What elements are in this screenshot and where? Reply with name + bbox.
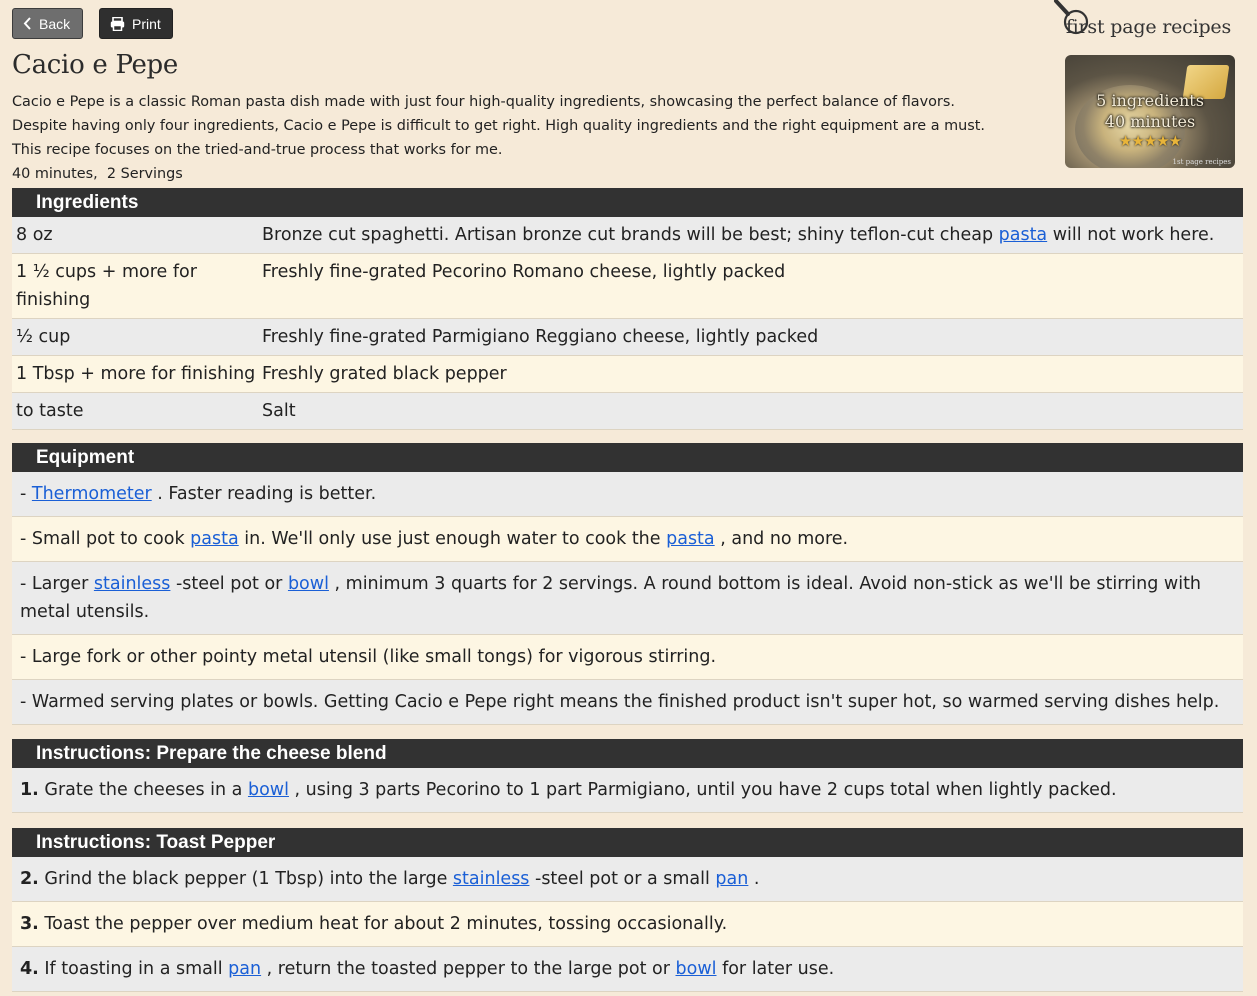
magnifier-logo-icon	[1053, 0, 1088, 35]
rating-stars: ★★★★★	[1118, 132, 1182, 150]
hero-watermark: 1st page recipes	[1172, 158, 1231, 166]
instruction-step: 1. Grate the cheeses in a bowl , using 3…	[12, 768, 1243, 813]
ingredient-quantity: 1 ½ cups + more for finishing	[16, 262, 197, 310]
item-text: Toast the pepper over medium heat for ab…	[38, 914, 728, 934]
instructions-pepper-header: Instructions: Toast Pepper	[12, 828, 1243, 857]
equipment-list: - Thermometer . Faster reading is better…	[12, 472, 1243, 725]
hero-duration: 40 minutes	[1104, 112, 1196, 131]
toolbar: Back Print	[12, 8, 173, 39]
bullet-dash: -	[20, 484, 32, 504]
item-text: for later use.	[716, 959, 835, 979]
recipe-title: Cacio e Pepe	[12, 50, 178, 80]
description-line: This recipe focuses on the tried-and-tru…	[12, 142, 503, 158]
recipe-hero-image: 5 ingredients 40 minutes ★★★★★ 1st page …	[1065, 55, 1235, 168]
recipe-description: Cacio e Pepe is a classic Roman pasta di…	[12, 90, 1022, 186]
inline-link[interactable]: stainless	[453, 869, 530, 889]
step-number: 4.	[20, 959, 39, 979]
ingredient-text: Salt	[262, 401, 296, 421]
item-text: , using 3 parts Pecorino to 1 part Parmi…	[288, 780, 1117, 800]
instructions-cheese-header: Instructions: Prepare the cheese blend	[12, 739, 1243, 768]
inline-link[interactable]: pan	[228, 959, 261, 979]
inline-link[interactable]: Thermometer	[32, 484, 152, 504]
item-text: Small pot to cook	[31, 529, 191, 549]
bullet-dash: -	[20, 692, 32, 712]
equipment-item: - Small pot to cook pasta in. We'll only…	[12, 517, 1243, 562]
item-text: -steel pot or a small	[529, 869, 716, 889]
ingredient-quantity: 1 Tbsp + more for finishing	[16, 364, 256, 384]
ingredient-row: ½ cup Freshly fine-grated Parmigiano Regg…	[12, 319, 1243, 356]
ingredient-row: 8 oz Bronze cut spaghetti. Artisan bronze…	[12, 217, 1243, 254]
inline-link[interactable]: pan	[715, 869, 748, 889]
ingredient-text: Bronze cut spaghetti. Artisan bronze cut…	[262, 225, 999, 245]
item-text: .	[748, 869, 760, 889]
ingredient-description: Freshly grated black pepper	[262, 356, 1243, 392]
item-text: Grate the cheeses in a	[38, 780, 248, 800]
ingredient-quantity: to taste	[16, 401, 84, 421]
ingredient-description: Bronze cut spaghetti. Artisan bronze cut…	[262, 217, 1243, 253]
equipment-item: - Warmed serving plates or bowls. Gettin…	[12, 680, 1243, 725]
instruction-step: 3. Toast the pepper over medium heat for…	[12, 902, 1243, 947]
equipment-item: - Thermometer . Faster reading is better…	[12, 472, 1243, 517]
step-number: 1.	[20, 780, 39, 800]
inline-link[interactable]: pasta	[666, 529, 715, 549]
instruction-step: 4. If toasting in a small pan , return t…	[12, 947, 1243, 992]
printer-icon	[110, 16, 125, 31]
chevron-left-icon	[23, 17, 32, 30]
ingredient-description: Salt	[262, 393, 1243, 429]
step-number: 3.	[20, 914, 39, 934]
inline-link[interactable]: pasta	[190, 529, 239, 549]
ingredient-row: to taste Salt	[12, 393, 1243, 430]
ingredients-table: 8 oz Bronze cut spaghetti. Artisan bronze…	[12, 217, 1243, 430]
bullet-dash: -	[20, 647, 32, 667]
ingredient-row: 1 Tbsp + more for finishing Freshly grate…	[12, 356, 1243, 393]
instructions-pepper-list: 2. Grind the black pepper (1 Tbsp) into …	[12, 857, 1243, 992]
ingredient-quantity: ½ cup	[16, 327, 71, 347]
inline-link[interactable]: stainless	[94, 574, 171, 594]
ingredient-quantity: 8 oz	[16, 225, 53, 245]
item-text: Grind the black pepper (1 Tbsp) into the…	[38, 869, 453, 889]
item-text: If toasting in a small	[38, 959, 229, 979]
back-button[interactable]: Back	[12, 8, 83, 39]
equipment-item: - Larger stainless -steel pot or bowl , …	[12, 562, 1243, 635]
inline-link[interactable]: bowl	[676, 959, 717, 979]
equipment-header: Equipment	[12, 443, 1243, 472]
back-button-label: Back	[39, 15, 71, 32]
print-button[interactable]: Print	[99, 8, 173, 39]
ingredient-description: Freshly fine-grated Pecorino Romano chee…	[262, 254, 1243, 318]
bullet-dash: -	[20, 529, 32, 549]
ingredient-text: Freshly grated black pepper	[262, 364, 507, 384]
ingredient-description: Freshly fine-grated Parmigiano Reggiano …	[262, 319, 1243, 355]
site-logo[interactable]: first page recipes	[1053, 0, 1231, 40]
item-text: Large fork or other pointy metal utensil…	[31, 647, 717, 667]
hero-ingredient-count: 5 ingredients	[1096, 91, 1204, 110]
item-text: , and no more.	[714, 529, 849, 549]
print-button-label: Print	[132, 15, 161, 32]
inline-link[interactable]: bowl	[248, 780, 289, 800]
ingredient-text: will not work here.	[1047, 225, 1215, 245]
ingredients-header: Ingredients	[12, 188, 1243, 217]
description-line: Despite having only four ingredients, Ca…	[12, 118, 985, 134]
inline-link[interactable]: bowl	[288, 574, 329, 594]
equipment-item: - Large fork or other pointy metal utens…	[12, 635, 1243, 680]
ingredient-text: Freshly fine-grated Pecorino Romano chee…	[262, 262, 786, 282]
item-text: , return the toasted pepper to the large…	[261, 959, 676, 979]
item-text: Larger	[31, 574, 94, 594]
item-text: in. We'll only use just enough water to …	[238, 529, 667, 549]
ingredient-text: Freshly fine-grated Parmigiano Reggiano …	[262, 327, 819, 347]
recipe-time-servings: 40 minutes, 2 Servings	[12, 166, 183, 182]
item-text: -steel pot or	[170, 574, 288, 594]
item-text: . Faster reading is better.	[151, 484, 377, 504]
instruction-step: 2. Grind the black pepper (1 Tbsp) into …	[12, 857, 1243, 902]
ingredient-row: 1 ½ cups + more for finishing Freshly fin…	[12, 254, 1243, 319]
instructions-cheese-list: 1. Grate the cheeses in a bowl , using 3…	[12, 768, 1243, 813]
description-line: Cacio e Pepe is a classic Roman pasta di…	[12, 94, 955, 110]
bullet-dash: -	[20, 574, 32, 594]
step-number: 2.	[20, 869, 39, 889]
item-text: Warmed serving plates or bowls. Getting …	[31, 692, 1220, 712]
ingredient-link[interactable]: pasta	[999, 225, 1048, 245]
